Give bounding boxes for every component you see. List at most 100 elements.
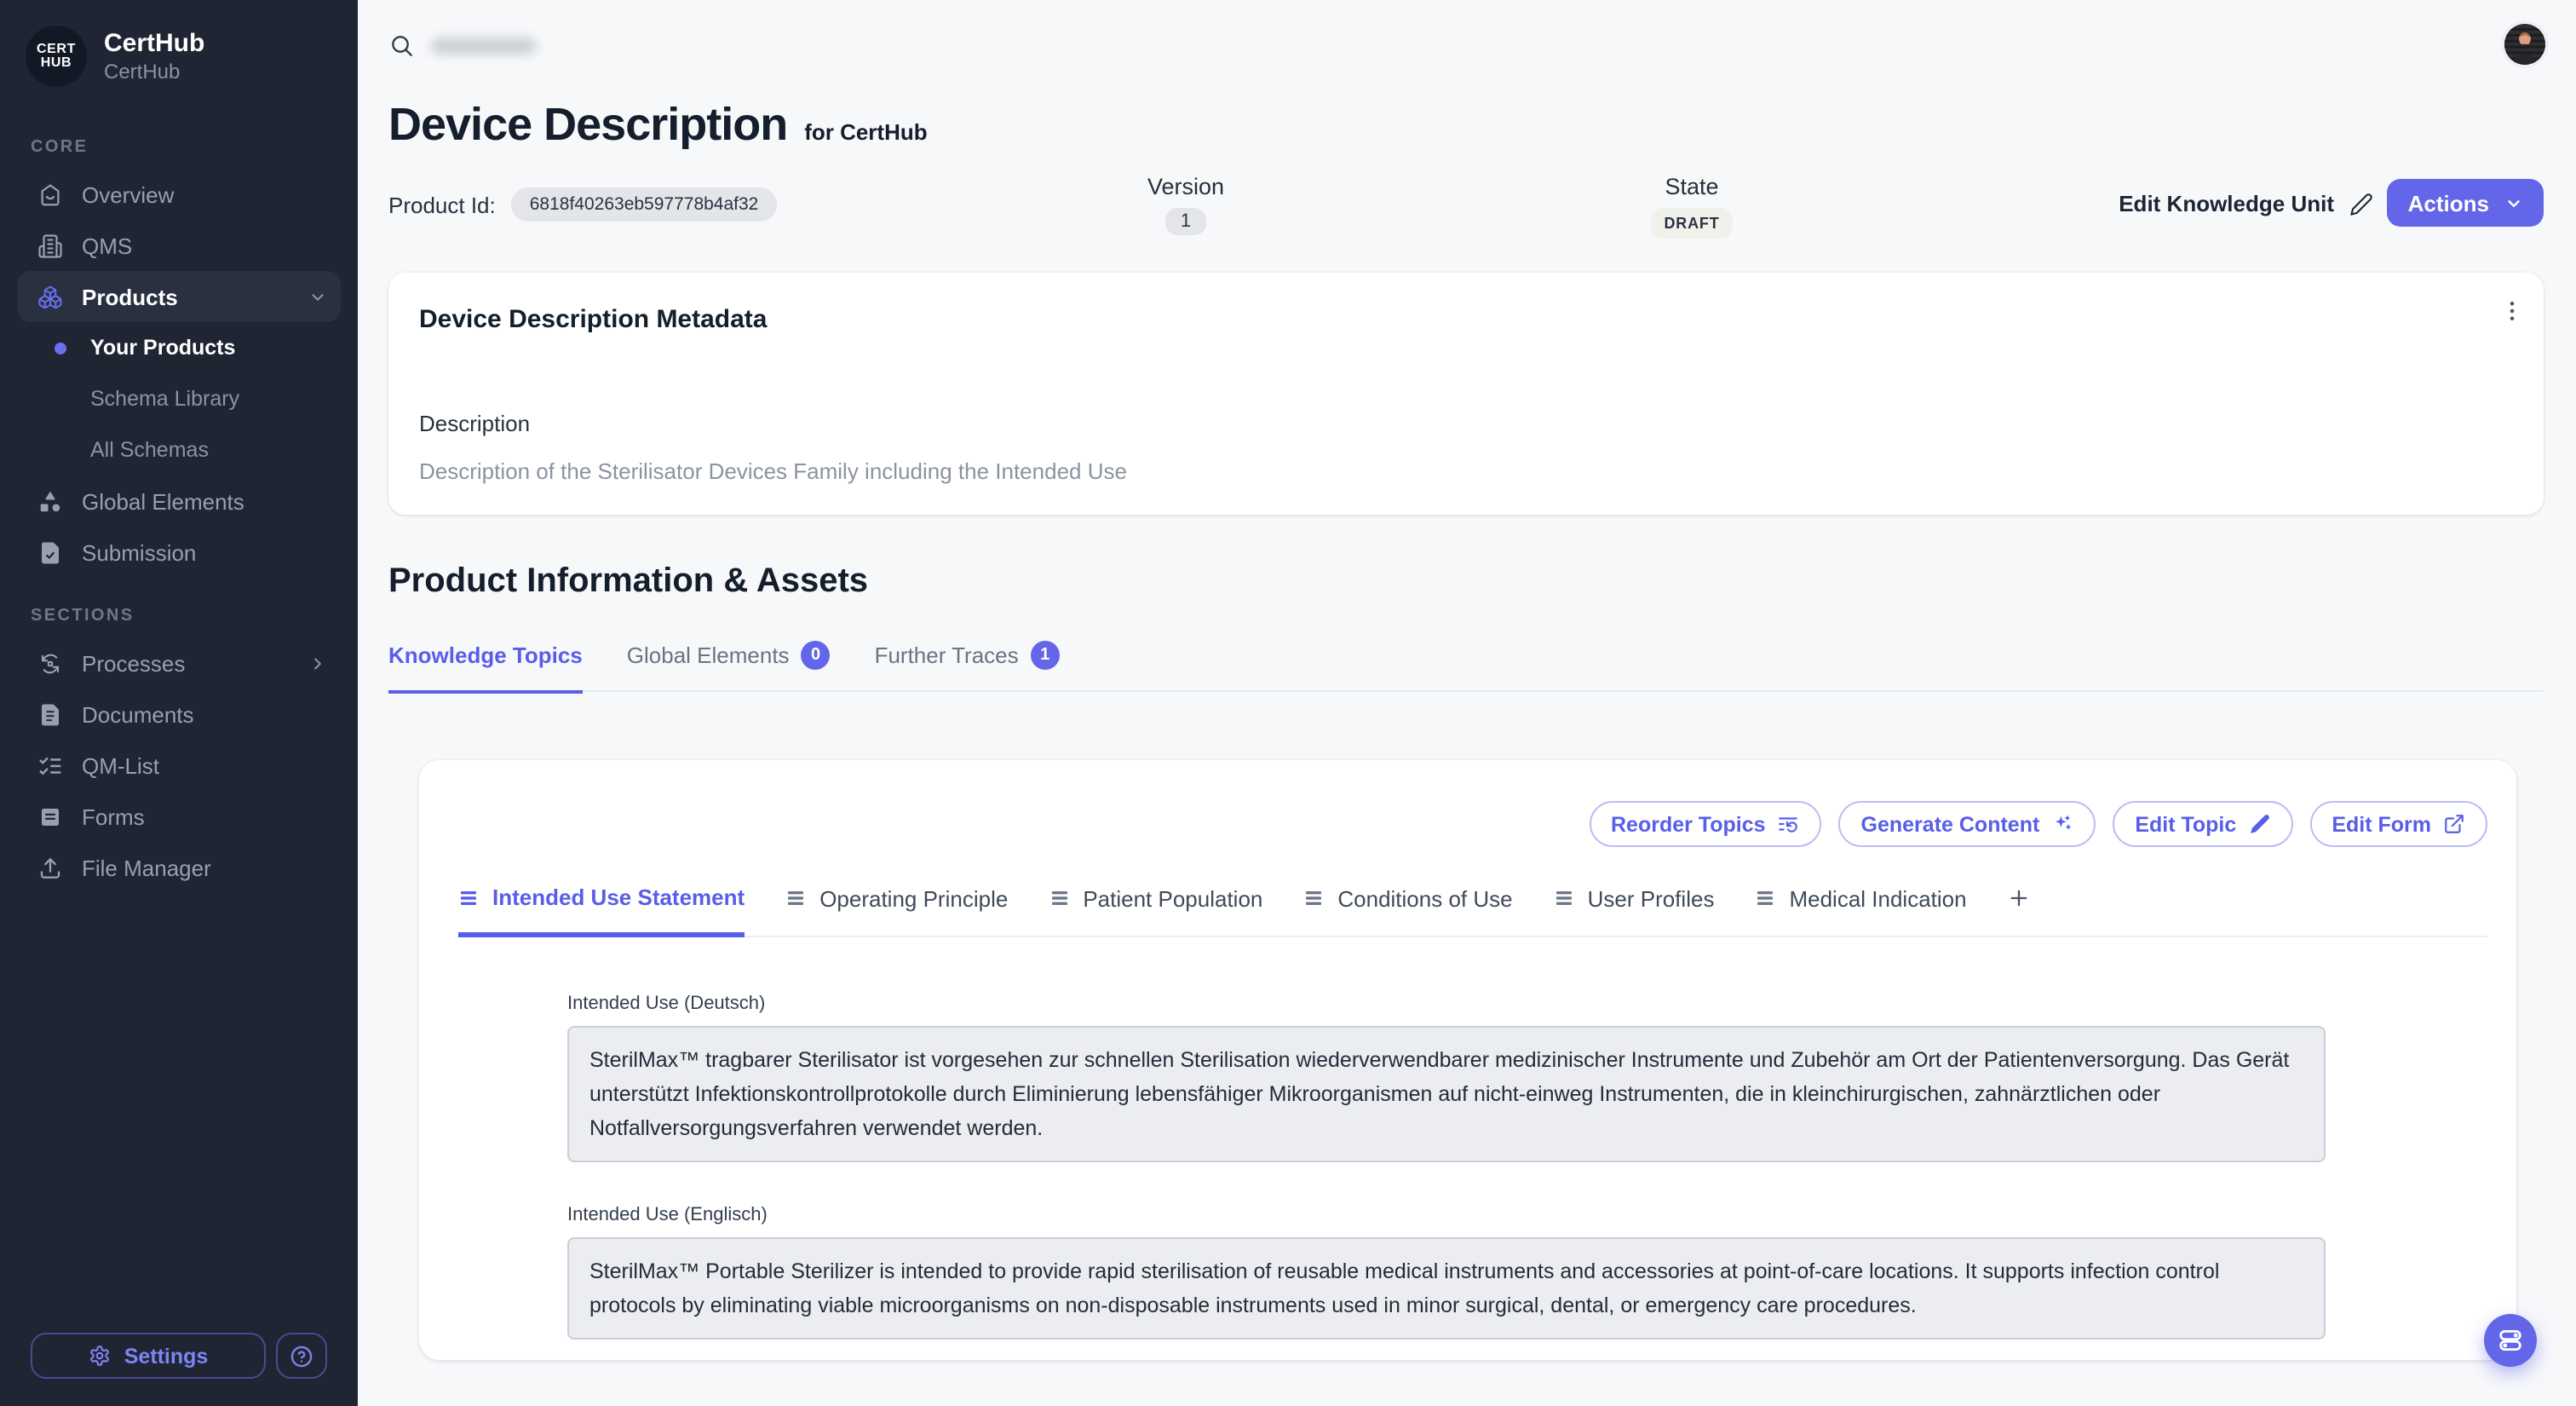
topic-tab-operating-principle[interactable]: Operating Principle — [785, 886, 1008, 934]
tab-label: Knowledge Topics — [388, 642, 583, 668]
external-link-icon — [2443, 813, 2465, 835]
sidebar-nav: CORE Overview QMS Products Your Products — [0, 138, 358, 1312]
edit-topic-button[interactable]: Edit Topic — [2113, 801, 2292, 847]
field-textarea[interactable]: SterilMax™ tragbarer Sterilisator ist vo… — [567, 1025, 2326, 1161]
sidebar-item-all-schemas[interactable]: All Schemas — [17, 424, 341, 475]
file-check-icon — [37, 539, 63, 565]
chevron-down-icon — [2504, 193, 2523, 212]
tab-count-badge: 1 — [1031, 641, 1060, 670]
processes-cycle-icon — [37, 650, 63, 676]
state-label: State — [1615, 174, 1768, 199]
topic-tab-intended-use-statement[interactable]: Intended Use Statement — [458, 885, 745, 937]
field-label: Intended Use (Englisch) — [567, 1204, 2487, 1224]
topic-tab-conditions-of-use[interactable]: Conditions of Use — [1303, 886, 1512, 934]
search-icon — [388, 32, 416, 60]
help-button[interactable] — [276, 1333, 327, 1379]
reorder-topics-button[interactable]: Reorder Topics — [1589, 801, 1822, 847]
checklist-icon — [37, 752, 63, 778]
field-intended-use-de: Intended Use (Deutsch) SterilMax™ tragba… — [567, 993, 2487, 1161]
app-logo[interactable]: CERT HUB CertHub CertHub — [0, 0, 358, 97]
tab-global-elements[interactable]: Global Elements 0 — [627, 641, 831, 690]
user-avatar[interactable] — [2501, 20, 2549, 68]
pencil-icon — [2248, 813, 2270, 835]
topic-tab-medical-indication[interactable]: Medical Indication — [1755, 886, 1966, 934]
sidebar-item-label: Submission — [82, 539, 196, 565]
sidebar-item-label: Your Products — [90, 336, 235, 360]
version-block: Version 1 — [1109, 174, 1262, 235]
sidebar-item-qm-list[interactable]: QM-List — [17, 740, 341, 791]
sidebar-item-overview[interactable]: Overview — [17, 169, 341, 220]
edit-form-button[interactable]: Edit Form — [2309, 801, 2487, 847]
product-id-chip[interactable]: 6818f40263eb597778b4af32 — [511, 187, 778, 222]
main-content: Device Description for CertHub Product I… — [358, 0, 2576, 1406]
button-label: Edit Form — [2332, 812, 2431, 836]
sidebar-item-label: Processes — [82, 650, 185, 676]
search-placeholder-redacted — [431, 37, 537, 55]
list-icon — [458, 887, 479, 908]
actions-label: Actions — [2408, 190, 2489, 216]
sidebar-item-your-products[interactable]: Your Products — [17, 322, 341, 373]
tab-further-traces[interactable]: Further Traces 1 — [875, 641, 1060, 690]
toggles-icon — [2496, 1326, 2525, 1355]
chevron-down-icon — [308, 287, 327, 306]
logo-line2: HUB — [41, 56, 72, 71]
settings-label: Settings — [124, 1344, 209, 1368]
topic-fields: Intended Use (Deutsch) SterilMax™ tragba… — [458, 993, 2487, 1360]
topic-tab-label: Conditions of Use — [1337, 886, 1512, 912]
home-icon — [37, 182, 63, 207]
actions-button[interactable]: Actions — [2388, 179, 2544, 227]
sidebar-item-global-elements[interactable]: Global Elements — [17, 475, 341, 527]
sidebar-item-label: Documents — [82, 701, 194, 727]
generate-content-button[interactable]: Generate Content — [1839, 801, 2096, 847]
sidebar-item-label: QMS — [82, 233, 132, 258]
app-name: CertHub — [104, 29, 204, 58]
sidebar-item-label: Global Elements — [82, 488, 244, 514]
product-id-label: Product Id: — [388, 192, 496, 217]
edit-knowledge-unit-button[interactable]: Edit Knowledge Unit — [2119, 191, 2373, 216]
floating-preferences-button[interactable] — [2484, 1314, 2537, 1367]
pencil-icon — [2349, 192, 2373, 216]
page-title: Device Description — [388, 99, 787, 152]
sidebar-item-submission[interactable]: Submission — [17, 527, 341, 578]
topic-tab-user-profiles[interactable]: User Profiles — [1554, 886, 1715, 934]
list-icon — [1554, 889, 1574, 909]
list-icon — [1755, 889, 1775, 909]
tab-count-badge: 0 — [802, 641, 831, 670]
sidebar-item-products[interactable]: Products — [17, 271, 341, 322]
shapes-icon — [37, 488, 63, 514]
app-window: CERT HUB CertHub CertHub CORE Overview Q… — [0, 0, 2576, 1406]
app-subtitle: CertHub — [104, 60, 204, 84]
add-topic-button[interactable] — [2008, 887, 2032, 933]
settings-button[interactable]: Settings — [31, 1333, 266, 1379]
sidebar-item-forms[interactable]: Forms — [17, 791, 341, 842]
sidebar-item-label: Schema Library — [90, 387, 239, 411]
plus-icon — [2008, 887, 2032, 911]
knowledge-topics-card: Reorder Topics Generate Content Edit Top… — [419, 760, 2516, 1360]
sidebar-item-schema-library[interactable]: Schema Library — [17, 373, 341, 424]
topic-tab-patient-population[interactable]: Patient Population — [1049, 886, 1262, 934]
tab-label: Global Elements — [627, 642, 790, 668]
sidebar-item-label: Forms — [82, 804, 145, 829]
sidebar: CERT HUB CertHub CertHub CORE Overview Q… — [0, 0, 358, 1406]
building-icon — [37, 233, 63, 258]
gear-icon — [89, 1345, 111, 1367]
metadata-card-title: Device Description Metadata — [419, 305, 2513, 334]
nav-group-sections: SECTIONS — [17, 607, 341, 625]
sidebar-item-label: Products — [82, 284, 178, 309]
card-menu-button[interactable] — [2499, 298, 2525, 329]
section-title: Product Information & Assets — [388, 562, 2544, 602]
sidebar-item-qms[interactable]: QMS — [17, 220, 341, 271]
tab-knowledge-topics[interactable]: Knowledge Topics — [388, 641, 583, 693]
field-textarea[interactable]: SterilMax™ Portable Sterilizer is intend… — [567, 1236, 2326, 1339]
sidebar-item-documents[interactable]: Documents — [17, 689, 341, 740]
sidebar-item-processes[interactable]: Processes — [17, 637, 341, 689]
sidebar-item-file-manager[interactable]: File Manager — [17, 842, 341, 893]
page-header: Device Description for CertHub — [388, 99, 2544, 152]
sidebar-item-label: QM-List — [82, 752, 159, 778]
active-bullet-icon — [55, 342, 66, 354]
list-icon — [785, 889, 806, 909]
avatar-photo — [2504, 24, 2545, 65]
search-input[interactable] — [388, 0, 2544, 60]
assets-tabs: Knowledge Topics Global Elements 0 Furth… — [388, 641, 2544, 692]
edit-knowledge-unit-label: Edit Knowledge Unit — [2119, 191, 2334, 216]
